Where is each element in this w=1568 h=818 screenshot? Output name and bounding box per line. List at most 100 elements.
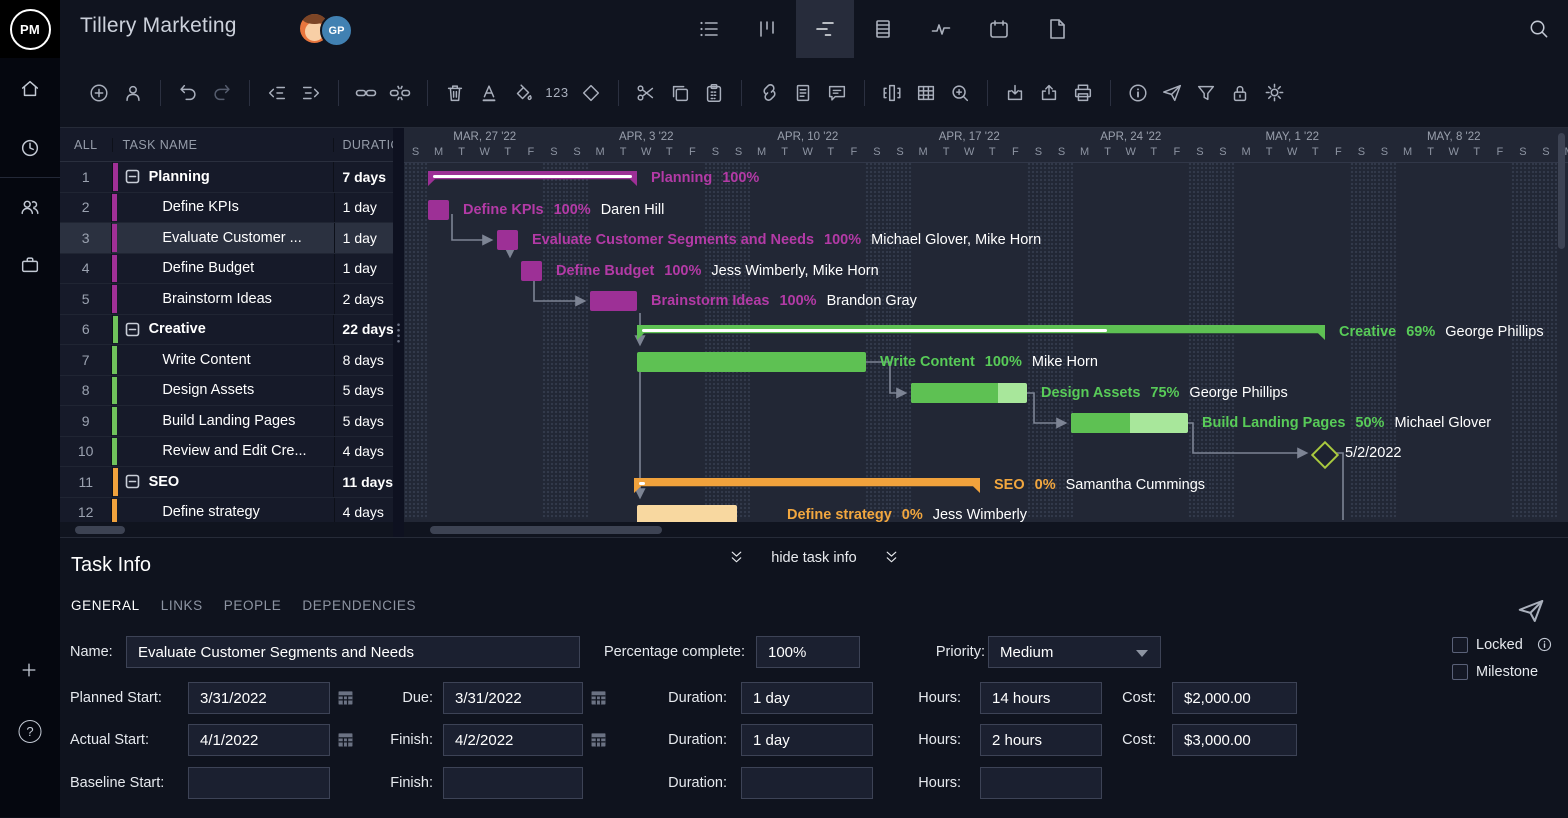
scrollbar-thumb[interactable] — [430, 526, 662, 534]
task-row[interactable]: 3Evaluate Customer ...1 day — [60, 223, 393, 254]
send-plane-icon[interactable] — [1516, 596, 1546, 631]
milestone-checkbox[interactable] — [1452, 664, 1468, 680]
milestone-diamond-icon[interactable] — [574, 76, 608, 110]
view-board-icon[interactable] — [738, 0, 796, 58]
gantt-summary-bar[interactable] — [634, 478, 980, 493]
attachment-link-icon[interactable] — [752, 76, 786, 110]
gantt-summary-bar[interactable] — [428, 171, 637, 186]
collapse-icon[interactable] — [125, 169, 140, 184]
locked-info-icon[interactable] — [1536, 636, 1553, 658]
gantt-task-bar[interactable] — [911, 383, 1027, 403]
import-icon[interactable] — [998, 76, 1032, 110]
team-icon[interactable] — [19, 196, 41, 218]
gantt-task-bar[interactable] — [590, 291, 637, 311]
locked-checkbox[interactable] — [1452, 637, 1468, 653]
delete-trash-icon[interactable] — [438, 76, 472, 110]
link-tasks-icon[interactable] — [349, 76, 383, 110]
duration-input[interactable]: 1 day — [741, 724, 873, 756]
view-document-icon[interactable] — [1028, 0, 1086, 58]
calendar-icon[interactable] — [589, 688, 609, 708]
start-date-input[interactable]: 4/1/2022 — [188, 724, 330, 756]
task-row[interactable]: 1Planning7 days — [60, 162, 393, 193]
start-date-input[interactable]: 3/31/2022 — [188, 682, 330, 714]
app-logo[interactable]: PM — [0, 0, 60, 58]
assign-user-icon[interactable] — [116, 76, 150, 110]
gantt-task-bar[interactable] — [637, 352, 866, 372]
view-list-icon[interactable] — [680, 0, 738, 58]
duration-input[interactable] — [741, 767, 873, 799]
font-color-icon[interactable] — [472, 76, 506, 110]
gantt-hscrollbar[interactable] — [404, 522, 1568, 537]
unlink-tasks-icon[interactable] — [383, 76, 417, 110]
info-icon[interactable] — [1121, 76, 1155, 110]
add-plus-icon[interactable] — [19, 660, 41, 682]
task-row[interactable]: 9Build Landing Pages5 days — [60, 406, 393, 437]
task-grid-hscrollbar[interactable] — [60, 522, 393, 537]
table-grid-icon[interactable] — [909, 76, 943, 110]
help-icon[interactable]: ? — [19, 720, 42, 743]
hours-input[interactable] — [980, 767, 1102, 799]
tab-dependencies[interactable]: DEPENDENCIES — [302, 598, 416, 613]
gantt-task-bar[interactable] — [1071, 413, 1188, 433]
task-row[interactable]: 7Write Content8 days — [60, 345, 393, 376]
gantt-task-bar[interactable] — [497, 230, 518, 250]
end-date-input[interactable]: 3/31/2022 — [443, 682, 583, 714]
view-gantt-icon[interactable] — [796, 0, 854, 58]
calendar-icon[interactable] — [589, 730, 609, 750]
add-task-icon[interactable] — [82, 76, 116, 110]
grid-gantt-splitter[interactable] — [393, 128, 404, 537]
priority-select[interactable]: Medium — [988, 636, 1161, 668]
view-activity-icon[interactable] — [912, 0, 970, 58]
paste-icon[interactable] — [697, 76, 731, 110]
home-icon[interactable] — [19, 78, 41, 100]
duration-input[interactable]: 1 day — [741, 682, 873, 714]
task-row[interactable]: 4Define Budget1 day — [60, 254, 393, 285]
share-plane-icon[interactable] — [1155, 76, 1189, 110]
column-header-task-name[interactable]: TASK NAME — [113, 138, 335, 152]
gantt-task-bar[interactable] — [521, 261, 542, 281]
hours-input[interactable]: 14 hours — [980, 682, 1102, 714]
cut-icon[interactable] — [629, 76, 663, 110]
start-date-input[interactable] — [188, 767, 330, 799]
search-icon[interactable] — [1527, 17, 1550, 45]
undo-icon[interactable] — [171, 76, 205, 110]
name-input[interactable]: Evaluate Customer Segments and Needs — [126, 636, 580, 668]
task-row[interactable]: 8Design Assets5 days — [60, 376, 393, 407]
insert-column-icon[interactable] — [875, 76, 909, 110]
gantt-task-bar[interactable] — [428, 200, 449, 220]
copy-icon[interactable] — [663, 76, 697, 110]
percentage-complete-input[interactable]: 100% — [756, 636, 860, 668]
filter-icon[interactable] — [1189, 76, 1223, 110]
gantt-summary-bar[interactable] — [637, 325, 1325, 340]
collapse-icon[interactable] — [125, 322, 140, 337]
task-row[interactable]: 12Define strategy4 days — [60, 498, 393, 523]
fill-color-icon[interactable] — [506, 76, 540, 110]
task-row[interactable]: 5Brainstorm Ideas2 days — [60, 284, 393, 315]
hours-input[interactable]: 2 hours — [980, 724, 1102, 756]
task-row[interactable]: 10Review and Edit Cre...4 days — [60, 437, 393, 468]
redo-icon[interactable] — [205, 76, 239, 110]
project-avatars[interactable]: GP — [300, 14, 353, 47]
notes-icon[interactable] — [786, 76, 820, 110]
comment-icon[interactable] — [820, 76, 854, 110]
tab-people[interactable]: PEOPLE — [224, 598, 282, 613]
view-calendar-icon[interactable] — [970, 0, 1028, 58]
cost-input[interactable]: $2,000.00 — [1172, 682, 1297, 714]
task-row[interactable]: 2Define KPIs1 day — [60, 193, 393, 224]
view-sheet-icon[interactable] — [854, 0, 912, 58]
tab-general[interactable]: GENERAL — [71, 598, 140, 613]
lock-icon[interactable] — [1223, 76, 1257, 110]
task-row[interactable]: 11SEO11 days — [60, 467, 393, 498]
end-date-input[interactable] — [443, 767, 583, 799]
export-icon[interactable] — [1032, 76, 1066, 110]
scrollbar-thumb[interactable] — [75, 526, 125, 534]
column-header-duration[interactable]: DURATION — [334, 138, 393, 152]
gantt-vscrollbar-thumb[interactable] — [1558, 133, 1565, 249]
cost-input[interactable]: $3,000.00 — [1172, 724, 1297, 756]
portfolio-briefcase-icon[interactable] — [19, 254, 41, 276]
end-date-input[interactable]: 4/2/2022 — [443, 724, 583, 756]
zoom-in-icon[interactable] — [943, 76, 977, 110]
hide-task-info-toggle[interactable]: hide task info — [60, 549, 1568, 566]
recent-clock-icon[interactable] — [19, 137, 41, 159]
settings-gear-icon[interactable] — [1257, 76, 1291, 110]
